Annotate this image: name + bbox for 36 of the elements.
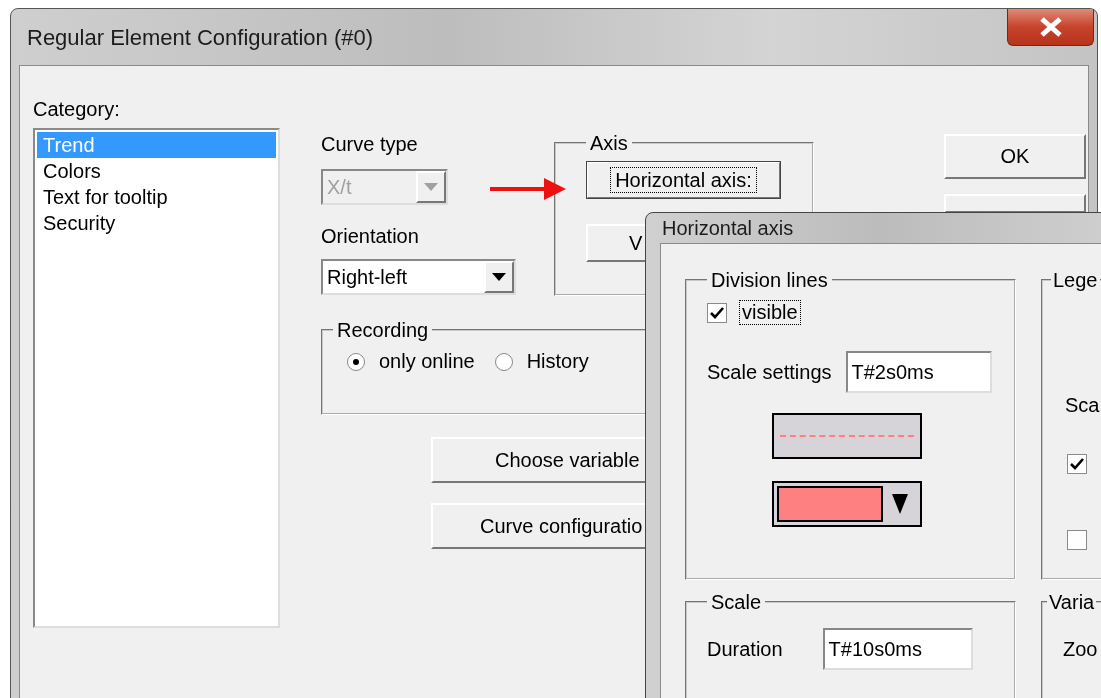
radio-label: History — [526, 350, 589, 373]
color-picker[interactable] — [772, 481, 922, 527]
orientation-dropdown[interactable]: Right-left — [321, 259, 516, 295]
checkbox[interactable] — [707, 302, 727, 323]
window-title: Regular Element Configuration (#0) — [27, 25, 374, 51]
dropdown-arrow-icon — [492, 273, 506, 281]
checkbox[interactable] — [1067, 530, 1087, 550]
scale-label: Sca — [1065, 393, 1101, 418]
scale-group-label: Scale — [710, 590, 763, 614]
checkbox[interactable] — [1067, 454, 1087, 474]
dropdown-arrow-icon — [424, 183, 438, 191]
dialog-button[interactable]: OK — [944, 134, 1086, 179]
axis-button[interactable]: Horizontal axis: — [586, 161, 781, 199]
scale-settings-label: Scale settings — [707, 360, 832, 385]
radio-button[interactable] — [347, 352, 365, 371]
category-item[interactable]: Security — [37, 210, 276, 236]
legend-group-label: Lege — [1052, 268, 1099, 292]
dropdown-arrow-icon — [892, 494, 908, 514]
checkbox-label: visible — [739, 300, 801, 325]
close-button[interactable] — [1007, 9, 1094, 46]
duration-field[interactable]: T#10s0ms — [822, 628, 973, 670]
duration-label: Duration — [707, 637, 783, 662]
recording-group-label: Recording — [336, 318, 430, 342]
category-label: Category: — [33, 97, 121, 122]
category-item[interactable]: Colors — [37, 158, 276, 184]
axis-group-label: Axis — [589, 131, 629, 155]
scale-settings-field[interactable]: T#2s0ms — [845, 351, 992, 393]
division-lines-label: Division lines — [710, 268, 829, 292]
radio-label: only online — [379, 350, 475, 373]
zoom-label: Zoo — [1063, 637, 1099, 662]
variable-group-label: Varia — [1048, 590, 1096, 614]
category-item[interactable]: Text for tooltip — [37, 184, 276, 210]
curve-type-label: Curve type — [321, 132, 419, 157]
radio-button[interactable] — [494, 352, 513, 371]
orientation-label: Orientation — [321, 224, 420, 249]
dialog-title: Horizontal axis — [662, 216, 794, 240]
